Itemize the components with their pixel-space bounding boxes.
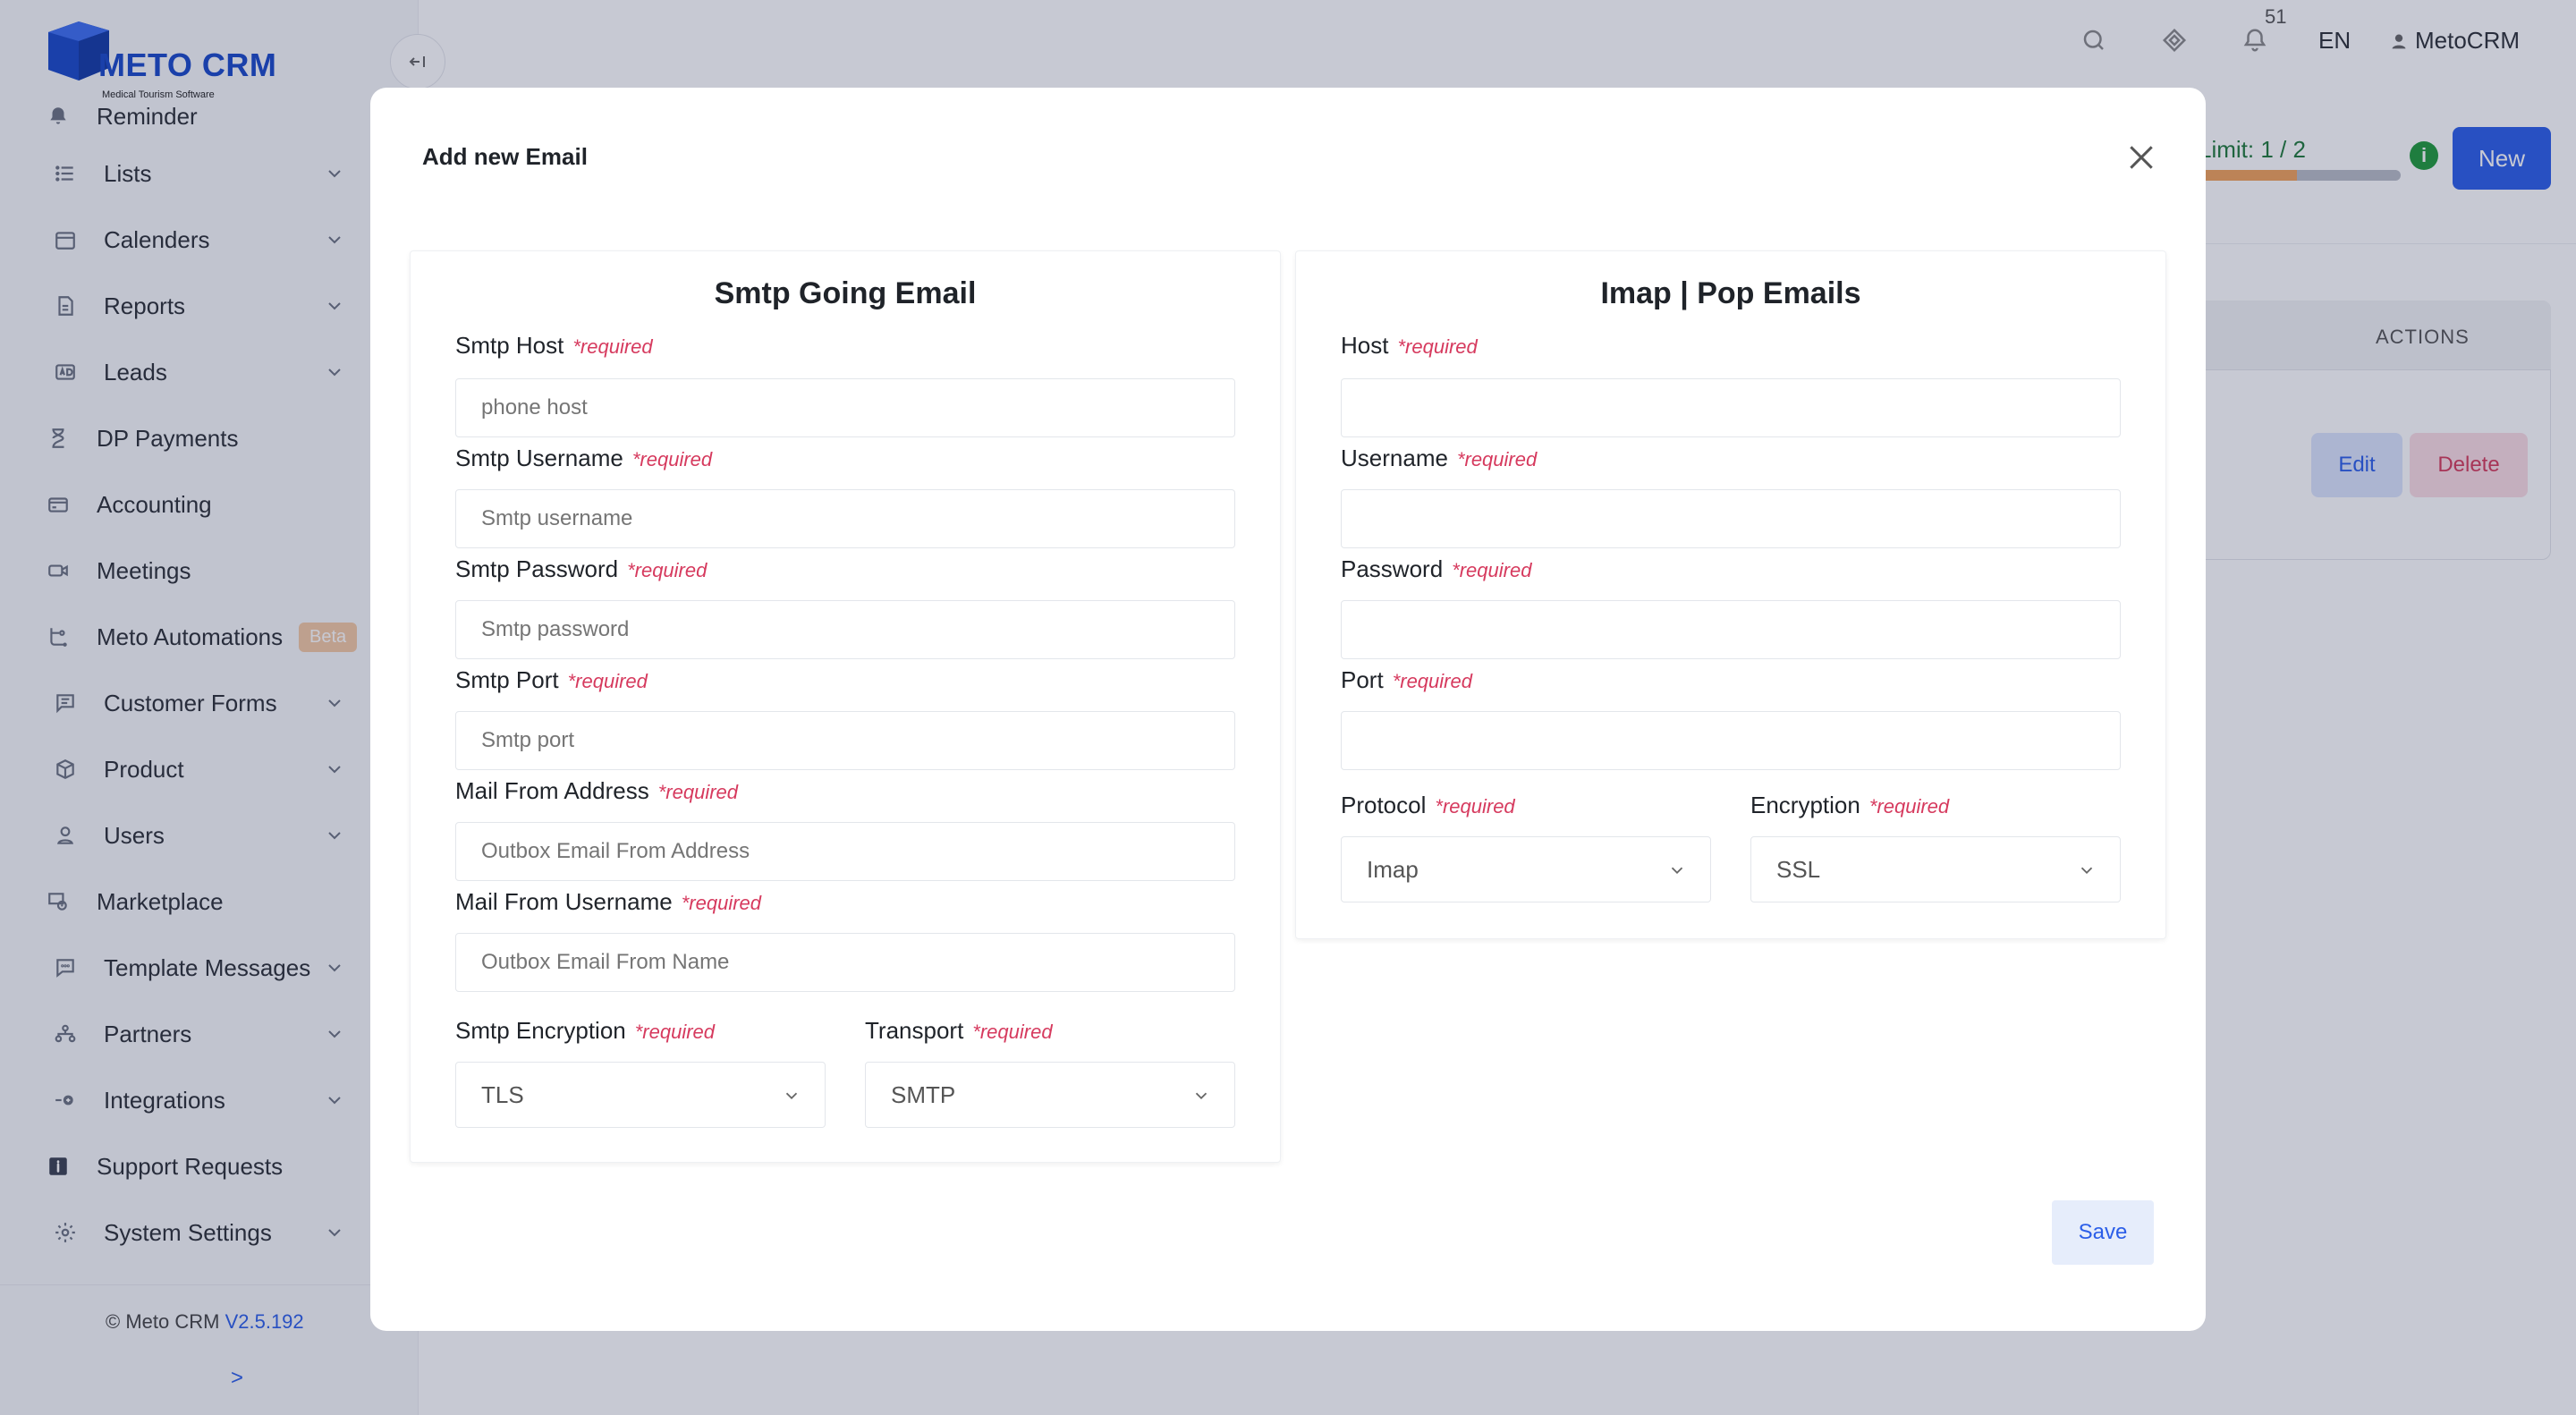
imap-card-title: Imap | Pop Emails bbox=[1600, 276, 1861, 310]
mail-from-username-input[interactable] bbox=[455, 933, 1235, 992]
imap-username-label-text: Username bbox=[1341, 445, 1448, 471]
smtp-card-title: Smtp Going Email bbox=[714, 276, 977, 310]
imap-encryption-label: Encryption *required bbox=[1750, 792, 1949, 819]
smtp-port-label-text: Smtp Port bbox=[455, 666, 559, 693]
smtp-username-label: Smtp Username *required bbox=[455, 445, 712, 472]
imap-host-label-text: Host bbox=[1341, 332, 1389, 359]
required-marker: *required bbox=[1397, 335, 1478, 358]
modal-title: Add new Email bbox=[422, 143, 588, 170]
required-marker: *required bbox=[1452, 559, 1532, 581]
imap-encryption-value: SSL bbox=[1776, 855, 1821, 883]
smtp-port-label: Smtp Port *required bbox=[455, 666, 648, 694]
imap-password-label: Password *required bbox=[1341, 555, 1531, 583]
add-email-modal: Add new Email Smtp Going Email Smtp Host… bbox=[370, 88, 2206, 1331]
required-marker: *required bbox=[634, 1021, 716, 1043]
save-button[interactable]: Save bbox=[2052, 1200, 2154, 1265]
chevron-down-icon bbox=[2080, 867, 2093, 875]
smtp-host-label: Smtp Host *required bbox=[455, 332, 653, 360]
protocol-label-text: Protocol bbox=[1341, 792, 1427, 818]
required-marker: *required bbox=[1435, 795, 1515, 818]
close-icon bbox=[2130, 146, 2153, 169]
smtp-card: Smtp Going Email Smtp Host *required Smtp… bbox=[410, 250, 1281, 1163]
transport-label: Transport *required bbox=[865, 1017, 1053, 1045]
close-button[interactable] bbox=[2123, 140, 2159, 175]
mail-from-address-label-text: Mail From Address bbox=[455, 777, 649, 804]
smtp-encryption-value: TLS bbox=[481, 1080, 524, 1108]
transport-value: SMTP bbox=[891, 1080, 956, 1108]
smtp-password-label: Smtp Password *required bbox=[455, 555, 707, 583]
transport-select[interactable]: SMTP bbox=[865, 1062, 1235, 1128]
imap-port-label-text: Port bbox=[1341, 666, 1384, 693]
imap-host-input[interactable] bbox=[1341, 378, 2121, 437]
required-marker: *required bbox=[1456, 448, 1538, 470]
smtp-encryption-label-text: Smtp Encryption bbox=[455, 1017, 626, 1044]
smtp-port-input[interactable] bbox=[455, 711, 1235, 770]
mail-from-username-label-text: Mail From Username bbox=[455, 888, 673, 915]
chevron-down-icon bbox=[785, 1092, 798, 1100]
required-marker: *required bbox=[572, 335, 653, 358]
smtp-username-label-text: Smtp Username bbox=[455, 445, 623, 471]
imap-port-label: Port *required bbox=[1341, 666, 1472, 694]
mail-from-username-label: Mail From Username *required bbox=[455, 888, 761, 916]
chevron-down-icon bbox=[1195, 1092, 1208, 1100]
imap-port-input[interactable] bbox=[1341, 711, 2121, 770]
imap-password-label-text: Password bbox=[1341, 555, 1444, 582]
mail-from-address-label: Mail From Address *required bbox=[455, 777, 738, 805]
protocol-select[interactable]: Imap bbox=[1341, 836, 1711, 902]
imap-password-input[interactable] bbox=[1341, 600, 2121, 659]
required-marker: *required bbox=[972, 1021, 1053, 1043]
imap-encryption-label-text: Encryption bbox=[1750, 792, 1860, 818]
transport-label-text: Transport bbox=[865, 1017, 964, 1044]
required-marker: *required bbox=[681, 892, 761, 914]
smtp-password-input[interactable] bbox=[455, 600, 1235, 659]
imap-card: Imap | Pop Emails Host *required Username… bbox=[1295, 250, 2166, 939]
required-marker: *required bbox=[627, 559, 708, 581]
imap-username-label: Username *required bbox=[1341, 445, 1537, 472]
imap-username-input[interactable] bbox=[1341, 489, 2121, 548]
mail-from-address-input[interactable] bbox=[455, 822, 1235, 881]
smtp-encryption-select[interactable]: TLS bbox=[455, 1062, 826, 1128]
protocol-value: Imap bbox=[1367, 855, 1419, 883]
required-marker: *required bbox=[1868, 795, 1950, 818]
smtp-encryption-label: Smtp Encryption *required bbox=[455, 1017, 715, 1045]
smtp-username-input[interactable] bbox=[455, 489, 1235, 548]
required-marker: *required bbox=[657, 781, 739, 803]
required-marker: *required bbox=[1392, 670, 1472, 692]
imap-encryption-select[interactable]: SSL bbox=[1750, 836, 2121, 902]
protocol-label: Protocol *required bbox=[1341, 792, 1515, 819]
smtp-host-input[interactable] bbox=[455, 378, 1235, 437]
required-marker: *required bbox=[631, 448, 713, 470]
imap-host-label: Host *required bbox=[1341, 332, 1478, 360]
chevron-down-icon bbox=[1671, 867, 1683, 875]
required-marker: *required bbox=[567, 670, 648, 692]
smtp-host-label-text: Smtp Host bbox=[455, 332, 564, 359]
smtp-password-label-text: Smtp Password bbox=[455, 555, 619, 582]
